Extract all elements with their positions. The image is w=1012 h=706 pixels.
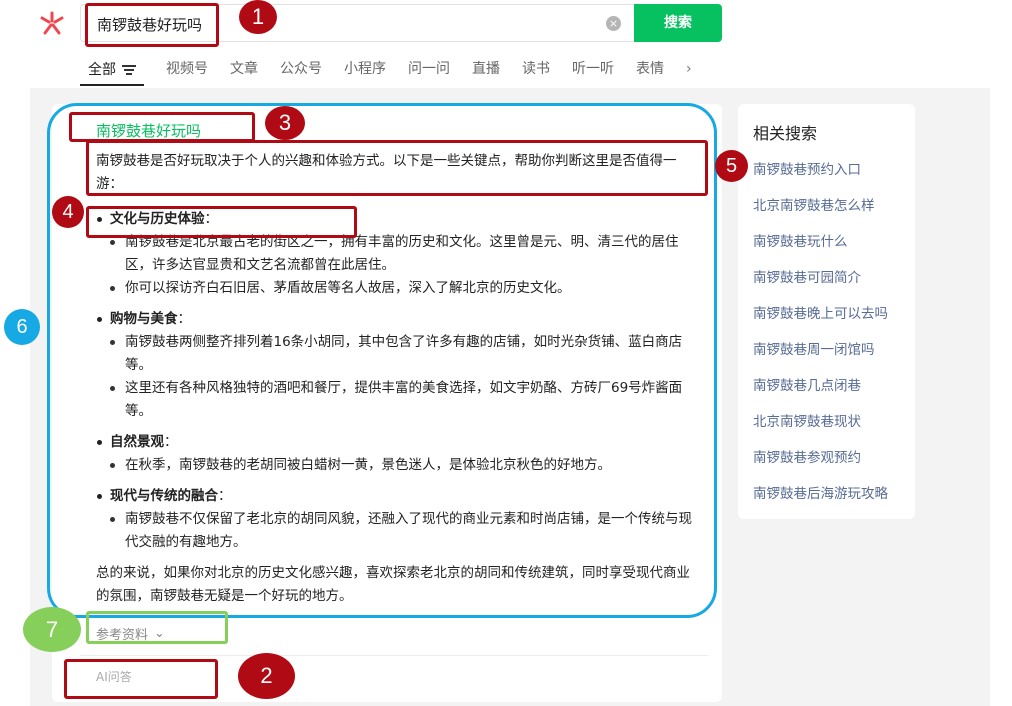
annotation-badge: 2: [238, 653, 295, 699]
tab-ask[interactable]: 问一问: [408, 56, 450, 86]
tab-listen[interactable]: 听一听: [572, 56, 614, 86]
annotation-badge: 7: [23, 607, 81, 652]
wechat-search-logo-icon: [40, 11, 64, 35]
search-input[interactable]: 南锣鼓巷好玩吗: [97, 14, 202, 35]
annotation-badge: 4: [52, 196, 84, 228]
tab-stickers[interactable]: 表情: [636, 56, 664, 86]
related-search-title: 相关搜索: [753, 124, 818, 143]
annotation-badge: 5: [715, 150, 748, 182]
annotation-outline-answer: [47, 103, 717, 618]
tab-label: 全部: [88, 62, 116, 78]
related-search-link[interactable]: 北京南锣鼓巷怎么样: [753, 194, 888, 230]
clear-icon[interactable]: ×: [606, 16, 621, 31]
tab-live[interactable]: 直播: [472, 56, 500, 86]
related-search-link[interactable]: 南锣鼓巷玩什么: [753, 230, 888, 266]
related-search-link[interactable]: 南锣鼓巷几点闭巷: [753, 374, 888, 410]
tab-all[interactable]: 全部: [80, 56, 144, 86]
related-search-link[interactable]: 南锣鼓巷预约入口: [753, 158, 888, 194]
related-search-list: 南锣鼓巷预约入口 北京南锣鼓巷怎么样 南锣鼓巷玩什么 南锣鼓巷可园简介 南锣鼓巷…: [753, 158, 888, 518]
related-search-link[interactable]: 南锣鼓巷参观预约: [753, 446, 888, 482]
search-box[interactable]: 南锣鼓巷好玩吗 ×: [80, 4, 635, 42]
tab-articles[interactable]: 文章: [230, 56, 258, 86]
tab-books[interactable]: 读书: [522, 56, 550, 86]
ai-answer-label: AI问答: [96, 670, 132, 684]
related-search-link[interactable]: 北京南锣鼓巷现状: [753, 410, 888, 446]
tabs-more-chevron-icon[interactable]: ›: [686, 56, 692, 86]
tab-channels[interactable]: 视频号: [166, 56, 208, 86]
annotation-badge: 3: [265, 106, 305, 140]
filter-icon[interactable]: [122, 65, 136, 75]
annotation-badge: 1: [239, 0, 277, 34]
annotation-outline-references: [86, 611, 228, 644]
search-tabs: 全部 视频号 文章 公众号 小程序 问一问 直播 读书 听一听 表情 ›: [80, 56, 714, 86]
tab-official-accounts[interactable]: 公众号: [280, 56, 322, 86]
related-search-link[interactable]: 南锣鼓巷周一闭馆吗: [753, 338, 888, 374]
related-search-link[interactable]: 南锣鼓巷后海游玩攻略: [753, 482, 888, 518]
search-button[interactable]: 搜索: [634, 4, 722, 42]
divider: [80, 655, 708, 656]
related-search-link[interactable]: 南锣鼓巷晚上可以去吗: [753, 302, 888, 338]
tab-mini-programs[interactable]: 小程序: [344, 56, 386, 86]
annotation-badge: 6: [4, 309, 40, 345]
related-search-link[interactable]: 南锣鼓巷可园简介: [753, 266, 888, 302]
